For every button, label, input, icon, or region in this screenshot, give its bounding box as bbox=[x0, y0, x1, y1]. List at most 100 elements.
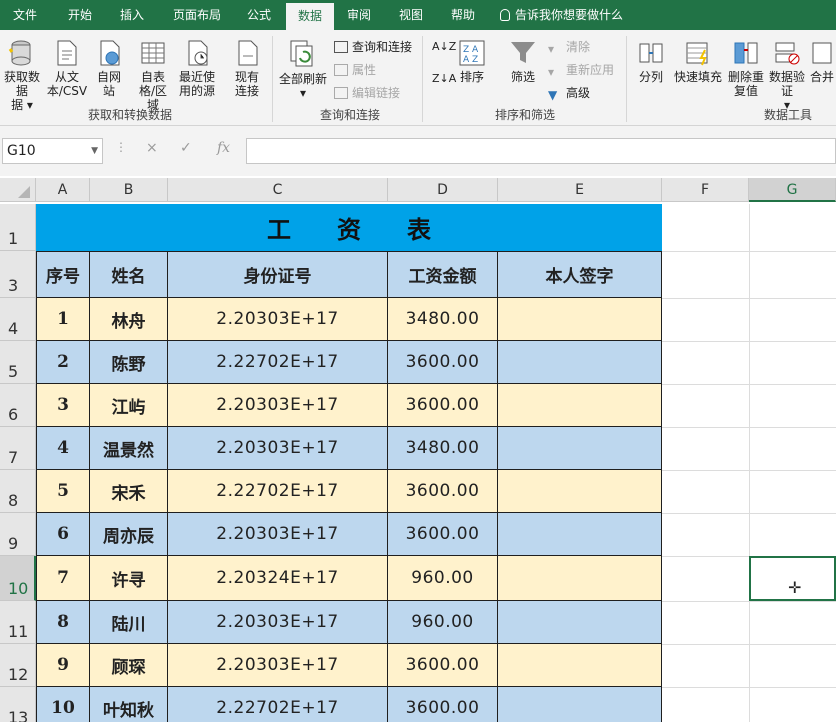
from-table-button[interactable]: 自表格/区域 bbox=[134, 38, 172, 112]
queries-connections-button[interactable]: 查询和连接 bbox=[334, 38, 412, 55]
tab-home[interactable]: 开始 bbox=[54, 0, 106, 30]
cell-index[interactable]: 8 bbox=[36, 601, 90, 644]
formula-input[interactable] bbox=[246, 138, 836, 164]
cell-id-number[interactable]: 2.22702E+17 bbox=[168, 341, 388, 384]
name-box[interactable]: G10 ▼ bbox=[2, 138, 103, 164]
cell-salary[interactable]: 960.00 bbox=[388, 601, 498, 644]
refresh-all-button[interactable]: 全部刷新 ▾ bbox=[276, 38, 330, 100]
cell-signature[interactable] bbox=[498, 644, 662, 687]
tab-formulas[interactable]: 公式 bbox=[236, 0, 282, 30]
row-header[interactable]: 4 bbox=[0, 298, 36, 341]
header-cell-id-number[interactable]: 身份证号 bbox=[168, 251, 388, 298]
row-header[interactable]: 5 bbox=[0, 341, 36, 384]
cell-id-number[interactable]: 2.20303E+17 bbox=[168, 513, 388, 556]
cell-index[interactable]: 6 bbox=[36, 513, 90, 556]
cell-id-number[interactable]: 2.20303E+17 bbox=[168, 427, 388, 470]
cell-index[interactable]: 7 bbox=[36, 556, 90, 601]
column-header-d[interactable]: D bbox=[388, 178, 498, 202]
header-cell-salary[interactable]: 工资金额 bbox=[388, 251, 498, 298]
remove-duplicates-button[interactable]: 删除重复值 bbox=[726, 38, 766, 98]
enter-icon[interactable]: ✓ bbox=[180, 140, 192, 156]
row-header[interactable]: 8 bbox=[0, 470, 36, 513]
recent-sources-button[interactable]: 最近使用的源 bbox=[176, 38, 218, 98]
tab-view[interactable]: 视图 bbox=[388, 0, 434, 30]
header-cell-name[interactable]: 姓名 bbox=[90, 251, 168, 298]
row-header-selected[interactable]: 10 bbox=[0, 556, 36, 601]
advanced-filter-button[interactable]: ▼ 高级 bbox=[548, 84, 590, 102]
cell-salary[interactable]: 960.00 bbox=[388, 556, 498, 601]
cell-id-number[interactable]: 2.20303E+17 bbox=[168, 298, 388, 341]
row-header[interactable]: 12 bbox=[0, 644, 36, 687]
cell-index[interactable]: 9 bbox=[36, 644, 90, 687]
cell-signature[interactable] bbox=[498, 513, 662, 556]
column-header-c[interactable]: C bbox=[168, 178, 388, 202]
clear-filter-button[interactable]: ▾ 清除 bbox=[548, 38, 590, 56]
reapply-button[interactable]: ▾ 重新应用 bbox=[548, 61, 614, 79]
column-header-a[interactable]: A bbox=[36, 178, 90, 202]
get-data-button[interactable]: 获取数据 据 ▾ bbox=[2, 38, 42, 112]
cell-signature[interactable] bbox=[498, 427, 662, 470]
cell-salary[interactable]: 3600.00 bbox=[388, 644, 498, 687]
row-header[interactable]: 1 bbox=[0, 204, 36, 251]
row-header[interactable]: 3 bbox=[0, 251, 36, 298]
cell-id-number[interactable]: 2.20324E+17 bbox=[168, 556, 388, 601]
cell-name[interactable]: 温景然 bbox=[90, 427, 168, 470]
row-header[interactable]: 6 bbox=[0, 384, 36, 427]
cell-name[interactable]: 叶知秋 bbox=[90, 687, 168, 722]
cell-salary[interactable]: 3600.00 bbox=[388, 513, 498, 556]
cell-name[interactable]: 宋禾 bbox=[90, 470, 168, 513]
cell-signature[interactable] bbox=[498, 687, 662, 722]
existing-connections-button[interactable]: 现有连接 bbox=[230, 38, 264, 98]
cell-signature[interactable] bbox=[498, 601, 662, 644]
cell-salary[interactable]: 3600.00 bbox=[388, 470, 498, 513]
row-header[interactable]: 11 bbox=[0, 601, 36, 644]
cancel-icon[interactable]: × bbox=[146, 140, 158, 156]
insert-function-icon[interactable]: fx bbox=[217, 140, 230, 156]
filter-button[interactable]: 筛选 bbox=[504, 38, 542, 84]
tab-help[interactable]: 帮助 bbox=[440, 0, 486, 30]
cell-signature[interactable] bbox=[498, 341, 662, 384]
cell-index[interactable]: 5 bbox=[36, 470, 90, 513]
sort-descending-button[interactable]: Z↓A bbox=[432, 72, 456, 85]
properties-button[interactable]: 属性 bbox=[334, 61, 376, 78]
header-cell-signature[interactable]: 本人签字 bbox=[498, 251, 662, 298]
sort-ascending-button[interactable]: A↓Z bbox=[432, 40, 456, 53]
cell-salary[interactable]: 3480.00 bbox=[388, 427, 498, 470]
column-header-f[interactable]: F bbox=[662, 178, 749, 202]
cell-index[interactable]: 3 bbox=[36, 384, 90, 427]
cell-index[interactable]: 2 bbox=[36, 341, 90, 384]
flash-fill-button[interactable]: 快速填充 bbox=[672, 38, 724, 84]
select-all-corner[interactable] bbox=[0, 178, 36, 202]
tab-review[interactable]: 审阅 bbox=[336, 0, 382, 30]
column-header-e[interactable]: E bbox=[498, 178, 662, 202]
cell-index[interactable]: 4 bbox=[36, 427, 90, 470]
worksheet-grid[interactable]: A B C D E F G 1 3 4 5 6 7 8 9 10 11 12 1… bbox=[0, 176, 836, 722]
tab-page-layout[interactable]: 页面布局 bbox=[160, 0, 234, 30]
cell-name[interactable]: 顾琛 bbox=[90, 644, 168, 687]
cell-signature[interactable] bbox=[498, 298, 662, 341]
tab-file[interactable]: 文件 bbox=[0, 0, 50, 30]
cell-id-number[interactable]: 2.20303E+17 bbox=[168, 644, 388, 687]
cell-id-number[interactable]: 2.22702E+17 bbox=[168, 470, 388, 513]
header-cell-index[interactable]: 序号 bbox=[36, 251, 90, 298]
row-header[interactable]: 9 bbox=[0, 513, 36, 556]
cell-signature[interactable] bbox=[498, 470, 662, 513]
cell-id-number[interactable]: 2.22702E+17 bbox=[168, 687, 388, 722]
cell-signature[interactable] bbox=[498, 384, 662, 427]
from-web-button[interactable]: 自网站 bbox=[92, 38, 126, 98]
cell-salary[interactable]: 3480.00 bbox=[388, 298, 498, 341]
cell-name[interactable]: 陆川 bbox=[90, 601, 168, 644]
cell-name[interactable]: 林舟 bbox=[90, 298, 168, 341]
tab-insert[interactable]: 插入 bbox=[108, 0, 156, 30]
row-header[interactable]: 13 bbox=[0, 687, 36, 722]
edit-links-button[interactable]: 编辑链接 bbox=[334, 84, 400, 101]
column-header-b[interactable]: B bbox=[90, 178, 168, 202]
cell-index[interactable]: 1 bbox=[36, 298, 90, 341]
cell-salary[interactable]: 3600.00 bbox=[388, 384, 498, 427]
row-header[interactable]: 7 bbox=[0, 427, 36, 470]
tab-data[interactable]: 数据 bbox=[286, 3, 334, 30]
chevron-down-icon[interactable]: ▼ bbox=[91, 139, 98, 163]
cell-id-number[interactable]: 2.20303E+17 bbox=[168, 384, 388, 427]
column-header-g[interactable]: G bbox=[749, 178, 836, 202]
cell-salary[interactable]: 3600.00 bbox=[388, 341, 498, 384]
